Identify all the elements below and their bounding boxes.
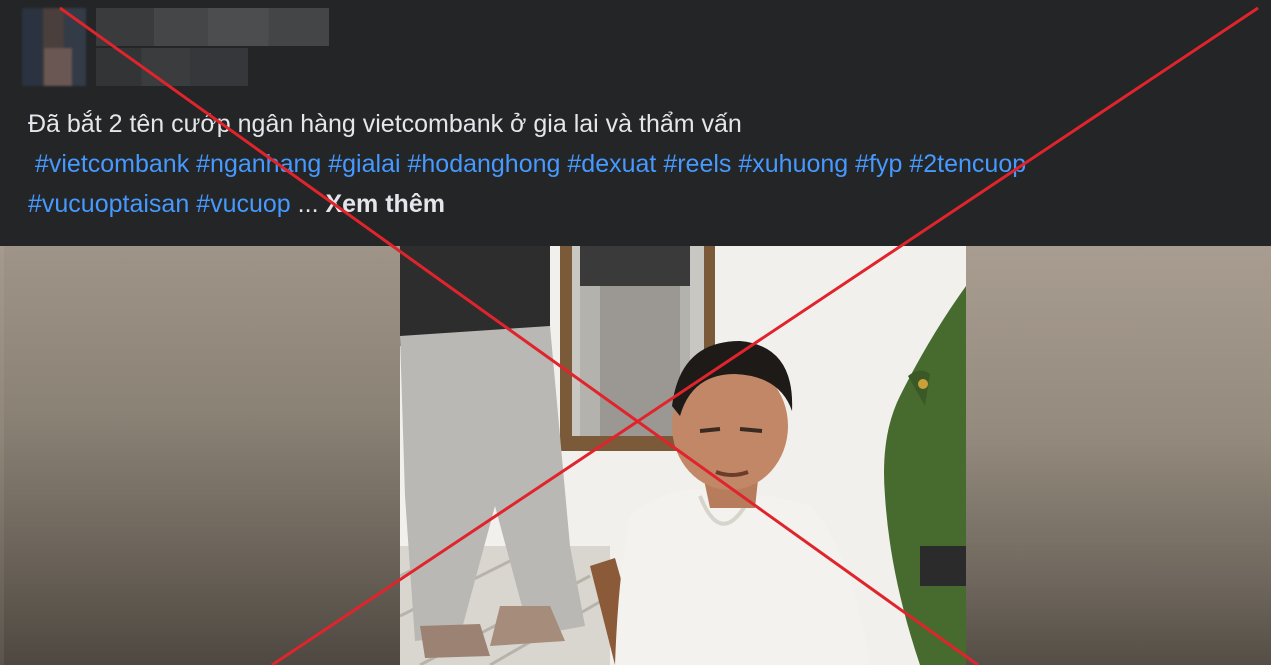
facebook-post: Đã bắt 2 tên cướp ngân hàng vietcombank … — [0, 0, 1271, 665]
caption-text: Đã bắt 2 tên cướp ngân hàng vietcombank … — [28, 110, 742, 138]
post-meta-blurred — [96, 48, 248, 86]
video-scene-image — [400, 246, 966, 665]
hashtag-link[interactable]: #nganhang — [196, 150, 321, 178]
post-video[interactable] — [0, 246, 1271, 665]
hashtag-link[interactable]: #2tencuop — [909, 150, 1026, 178]
hashtag-link[interactable]: #gialai — [328, 150, 400, 178]
post-caption: Đã bắt 2 tên cướp ngân hàng vietcombank … — [28, 104, 1268, 224]
author-name-blurred[interactable] — [96, 8, 329, 46]
ellipsis: ... — [297, 190, 319, 218]
hashtag-link[interactable]: #hodanghong — [407, 150, 560, 178]
see-more-link[interactable]: Xem thêm — [325, 190, 444, 218]
hashtag-link[interactable]: #fyp — [855, 150, 902, 178]
hashtag-link[interactable]: #vucuoptaisan — [28, 190, 189, 218]
hashtag-link[interactable]: #xuhuong — [738, 150, 848, 178]
video-frame[interactable] — [400, 246, 966, 665]
hashtag-link[interactable]: #vietcombank — [35, 150, 189, 178]
hashtag-link[interactable]: #vucuop — [196, 190, 291, 218]
hashtag-link[interactable]: #reels — [663, 150, 731, 178]
hashtags-line-1: #vietcombank #nganhang #gialai #hodangho… — [28, 144, 1268, 184]
post-header — [0, 0, 1271, 95]
blurred-backdrop-left — [4, 246, 400, 665]
hashtags-line-2: #vucuoptaisan #vucuop ... Xem thêm — [28, 184, 1268, 224]
blurred-backdrop-right — [966, 246, 1271, 665]
avatar[interactable] — [22, 8, 86, 86]
hashtag-link[interactable]: #dexuat — [567, 150, 656, 178]
